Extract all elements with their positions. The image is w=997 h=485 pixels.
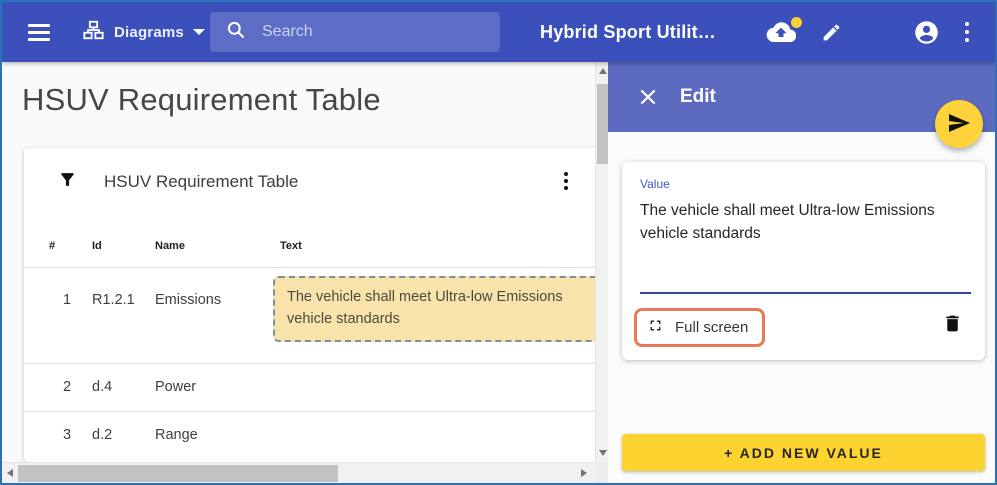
table-card-header: HSUV Requirement Table <box>24 148 608 218</box>
row-num: 1 <box>52 292 82 308</box>
horizontal-scrollbar[interactable] <box>2 462 595 483</box>
column-header-name: Name <box>155 240 185 252</box>
account-icon[interactable] <box>913 19 940 46</box>
chevron-down-icon <box>193 29 205 35</box>
edit-panel-title: Edit <box>680 86 716 108</box>
fullscreen-icon <box>647 317 664 338</box>
row-id: d.2 <box>92 427 112 443</box>
table-menu-icon[interactable] <box>560 168 572 194</box>
overflow-menu-icon[interactable] <box>965 22 969 42</box>
nav-label: Diagrams <box>114 24 184 41</box>
scrollbar-corner <box>595 462 608 483</box>
toolbar-actions <box>766 16 969 48</box>
trash-icon <box>942 323 963 338</box>
table-column-headers: # Id Name Text <box>24 240 608 267</box>
notification-badge <box>791 17 802 28</box>
scroll-right-icon[interactable] <box>581 469 587 477</box>
send-button[interactable] <box>935 100 983 148</box>
scroll-down-icon[interactable] <box>599 450 607 456</box>
fullscreen-button[interactable]: Full screen <box>634 308 765 347</box>
vertical-scrollbar[interactable] <box>595 62 608 462</box>
column-header-id: Id <box>92 240 102 252</box>
close-icon[interactable] <box>638 87 658 107</box>
value-card: Value The vehicle shall meet Ultra-low E… <box>622 162 985 360</box>
search-icon <box>226 20 246 45</box>
vertical-scroll-thumb[interactable] <box>597 84 608 164</box>
field-underline <box>640 292 971 294</box>
app-window: Diagrams Search Hybrid Sport Utilit… <box>0 0 997 485</box>
table-row[interactable]: 1 R1.2.1 Emissions The vehicle shall mee… <box>24 267 608 363</box>
search-input[interactable]: Search <box>210 12 500 52</box>
row-name: Range <box>155 427 198 443</box>
send-icon <box>947 111 971 138</box>
diagram-area: HSUV Requirement Table HSUV Requirement … <box>2 62 608 483</box>
add-new-value-button[interactable]: + ADD NEW VALUE <box>622 434 985 471</box>
filter-icon[interactable] <box>58 170 77 194</box>
requirement-table-card: HSUV Requirement Table # Id Name Text 1 … <box>24 148 608 462</box>
column-header-num: # <box>49 240 55 252</box>
table-row[interactable]: 3 d.2 Range <box>24 411 608 462</box>
diagrams-nav-button[interactable]: Diagrams <box>82 17 205 47</box>
diagram-tree-icon <box>82 19 105 46</box>
table-title: HSUV Requirement Table <box>104 172 298 192</box>
table-row[interactable]: 2 d.4 Power <box>24 363 608 411</box>
row-id: d.4 <box>92 379 112 395</box>
search-placeholder: Search <box>262 23 313 41</box>
top-toolbar: Diagrams Search Hybrid Sport Utilit… <box>2 2 995 62</box>
row-name: Power <box>155 379 196 395</box>
value-field-label: Value <box>640 177 670 191</box>
fullscreen-label: Full screen <box>675 319 748 336</box>
edit-pencil-icon[interactable] <box>821 22 842 43</box>
row-name: Emissions <box>155 292 221 308</box>
value-text-input[interactable]: The vehicle shall meet Ultra-low Emissio… <box>640 199 960 245</box>
apps-grid-icon[interactable] <box>867 22 887 42</box>
row-num: 2 <box>52 379 82 395</box>
column-header-text: Text <box>280 240 302 252</box>
scroll-up-icon[interactable] <box>599 68 607 74</box>
document-title: Hybrid Sport Utilit… <box>540 22 716 43</box>
scroll-left-icon[interactable] <box>7 469 13 477</box>
row-num: 3 <box>52 427 82 443</box>
cloud-upload-icon[interactable] <box>766 21 796 43</box>
edit-panel: Edit Value The vehicle shall meet Ultra-… <box>608 62 995 483</box>
horizontal-scroll-thumb[interactable] <box>18 465 338 482</box>
page-title: HSUV Requirement Table <box>22 82 381 118</box>
row-id: R1.2.1 <box>92 292 135 308</box>
selected-text-cell[interactable]: The vehicle shall meet Ultra-low Emissio… <box>273 276 607 342</box>
hamburger-menu-icon[interactable] <box>28 24 50 41</box>
delete-value-button[interactable] <box>942 312 963 338</box>
